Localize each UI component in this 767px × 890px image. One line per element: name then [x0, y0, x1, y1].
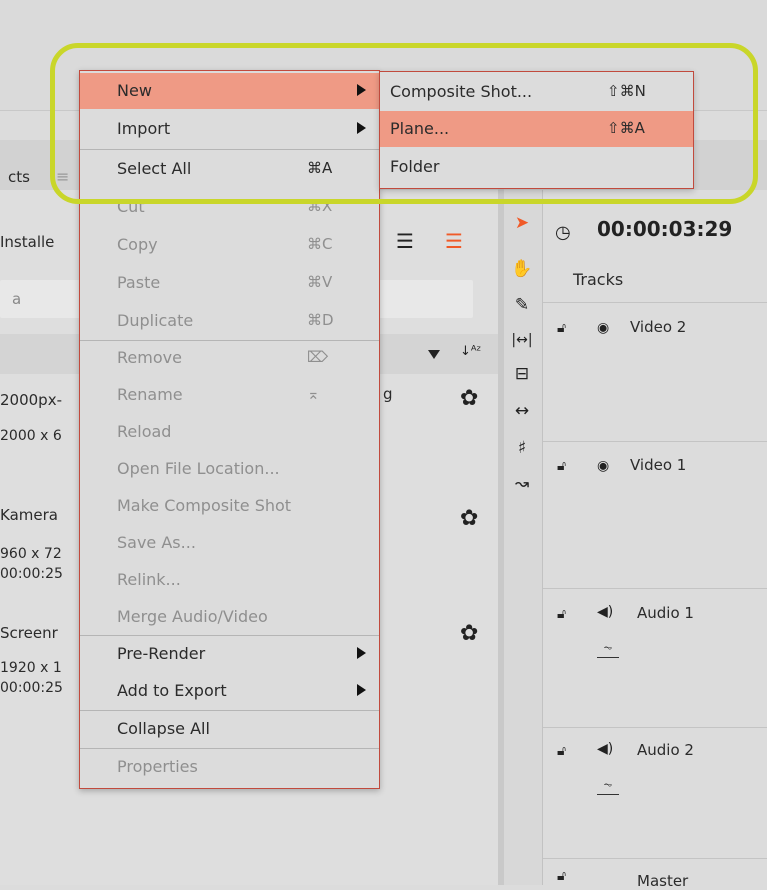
lock-icon[interactable]: 🔓︎ — [557, 320, 566, 336]
razor-icon[interactable]: ✎ — [510, 294, 534, 316]
menu-item-label: Relink... — [117, 570, 181, 589]
lock-icon[interactable]: 🔓︎ — [557, 606, 566, 622]
menu-item-label: Open File Location... — [117, 459, 280, 478]
menu-item-shortcut: ⌘V — [307, 273, 333, 291]
menu-item-label: Properties — [117, 757, 198, 776]
menu-item-open-file-location[interactable]: Open File Location... — [80, 451, 379, 487]
gear-icon[interactable]: ✿ — [460, 388, 482, 410]
detail-view-icon[interactable]: ☰ — [445, 231, 463, 251]
clock-icon: ◷ — [555, 222, 571, 243]
track-name: Video 1 — [630, 456, 687, 474]
list-item-name[interactable]: 2000px- — [0, 391, 62, 409]
lock-icon[interactable]: 🔓︎ — [557, 458, 566, 474]
timecode[interactable]: 00:00:03:29 — [597, 217, 732, 241]
track-name: Video 2 — [630, 318, 687, 336]
list-view-icon[interactable]: ☰ — [396, 231, 414, 251]
menu-item-paste[interactable]: Paste ⌘V — [80, 265, 379, 301]
menu-item-shortcut: ⌘D — [307, 311, 334, 329]
list-item-duration: 00:00:25 — [0, 680, 63, 696]
track-name: Audio 1 — [637, 604, 694, 622]
waveform-icon[interactable]: ⏦ — [597, 778, 619, 795]
menu-item-properties[interactable]: Properties — [80, 749, 379, 785]
lock-icon[interactable]: 🔓︎ — [557, 743, 566, 759]
menu-item-add-to-export[interactable]: Add to Export — [80, 673, 379, 709]
sort-az-icon[interactable]: ↓ᴬᶻ — [460, 344, 481, 359]
eye-icon[interactable]: ◉ — [597, 320, 609, 336]
speaker-icon[interactable]: ◀︎) — [597, 741, 613, 757]
annotation-highlight — [50, 43, 758, 204]
media-tab[interactable]: cts — [8, 168, 30, 186]
media-tab-label: cts — [8, 168, 30, 186]
menu-item-copy[interactable]: Copy ⌘C — [80, 227, 379, 263]
track-name: Master — [637, 872, 689, 890]
split-icon[interactable]: ⊟ — [510, 363, 534, 385]
waveform-icon[interactable]: ⏦ — [597, 641, 619, 658]
menu-item-label: Save As... — [117, 533, 196, 552]
installed-label: Installe — [0, 233, 55, 251]
menu-item-label: Copy — [117, 235, 158, 254]
list-item-detail: 1920 x 1 — [0, 660, 62, 676]
stretch-icon[interactable]: ↔ — [510, 400, 534, 422]
stray-char: g — [383, 385, 393, 403]
gear-icon[interactable]: ✿ — [460, 508, 482, 530]
menu-item-label: Paste — [117, 273, 161, 292]
menu-item-duplicate[interactable]: Duplicate ⌘D — [80, 303, 379, 339]
submenu-arrow-icon — [357, 684, 366, 696]
menu-item-rename[interactable]: Rename ⌅ — [80, 377, 379, 413]
delete-key-icon: ⌦ — [307, 348, 329, 366]
slip-icon[interactable]: ♯ — [510, 437, 534, 459]
speaker-icon[interactable]: ◀︎) — [597, 604, 613, 620]
menu-item-label: Remove — [117, 348, 182, 367]
menu-item-label: Merge Audio/Video — [117, 607, 268, 626]
track-name: Audio 2 — [637, 741, 694, 759]
menu-item-label: Rename — [117, 385, 183, 404]
menu-item-relink[interactable]: Relink... — [80, 562, 379, 598]
menu-item-label: Pre-Render — [117, 644, 206, 663]
tracks-header: Tracks — [573, 270, 624, 289]
submenu-arrow-icon — [357, 647, 366, 659]
dropdown-arrow-icon[interactable] — [428, 350, 440, 359]
menu-item-label: Add to Export — [117, 681, 227, 700]
menu-item-pre-render[interactable]: Pre-Render — [80, 636, 379, 672]
enter-key-icon: ⌅ — [307, 385, 320, 403]
list-item-name[interactable]: Screenr — [0, 624, 58, 642]
list-item-detail: 2000 x 6 — [0, 428, 62, 444]
menu-item-shortcut: ⌘C — [307, 235, 333, 253]
menu-item-label: Make Composite Shot — [117, 496, 292, 515]
menu-item-label: Reload — [117, 422, 172, 441]
menu-item-save-as[interactable]: Save As... — [80, 525, 379, 561]
eye-icon[interactable]: ◉ — [597, 458, 609, 474]
lock-icon[interactable]: 🔓︎ — [557, 868, 566, 884]
menu-item-merge-audio-video[interactable]: Merge Audio/Video — [80, 599, 379, 635]
list-item-detail: 960 x 72 — [0, 546, 62, 562]
menu-item-label: Duplicate — [117, 311, 194, 330]
gear-icon[interactable]: ✿ — [460, 623, 482, 645]
menu-item-make-composite-shot[interactable]: Make Composite Shot — [80, 488, 379, 524]
menu-item-collapse-all[interactable]: Collapse All — [80, 711, 379, 747]
search-input[interactable]: a — [12, 290, 21, 308]
menu-item-reload[interactable]: Reload — [80, 414, 379, 450]
menu-item-label: Collapse All — [117, 719, 210, 738]
curve-icon[interactable]: ↝ — [510, 473, 534, 495]
pointer-icon[interactable]: ➤ — [510, 212, 534, 234]
menu-item-remove[interactable]: Remove ⌦ — [80, 340, 379, 376]
list-item-duration: 00:00:25 — [0, 566, 63, 582]
fit-width-icon[interactable]: |↔| — [510, 329, 534, 351]
hand-icon[interactable]: ✋ — [510, 258, 534, 280]
list-item-name[interactable]: Kamera — [0, 506, 58, 524]
